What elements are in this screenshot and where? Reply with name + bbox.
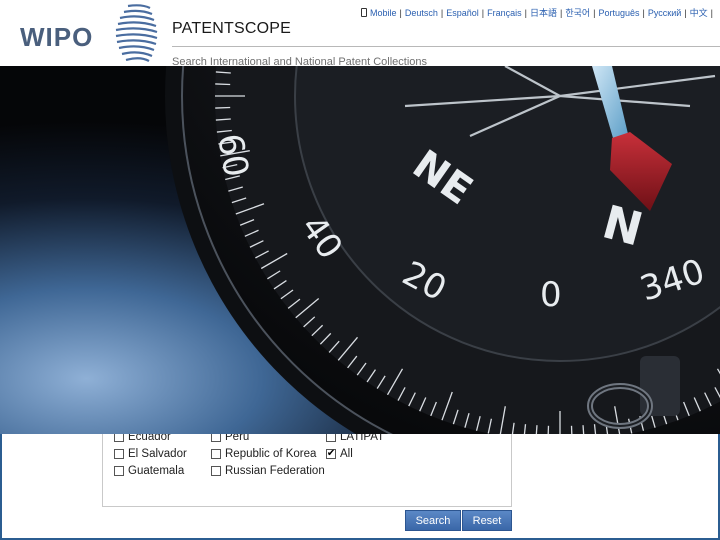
lang-chinese[interactable]: 中文 [690,6,708,19]
logo-text: WIPO [20,22,94,52]
reset-button[interactable]: Reset [462,510,512,531]
lang-separator: | [593,7,596,18]
page-header: WIPO PATENTSCOPE Search International an… [0,0,720,68]
page-title: PATENTSCOPE [172,20,291,37]
lang-separator: | [710,7,713,18]
office-option-russian-federation[interactable]: Russian Federation [211,465,325,477]
checkbox[interactable] [211,466,221,476]
lang-separator: | [399,7,402,18]
lang-espanol[interactable]: Español [446,8,479,18]
lang-francais[interactable]: Français [487,8,522,18]
compass-illustration: 60 40 20 0 340 NE N [0,66,720,434]
bezel-tick [547,425,550,434]
wipo-logo[interactable]: WIPO [20,22,93,53]
lang-separator: | [642,7,645,18]
office-option-el-salvador[interactable]: El Salvador [114,448,187,460]
bezel-tick [570,425,573,434]
lang-separator: | [481,7,485,18]
lang-deutsch[interactable]: Deutsch [405,8,438,18]
office-label: Guatemala [128,465,185,477]
checkbox-checked[interactable]: ✔ [326,449,336,459]
bezel-number-60: 60 [209,131,256,181]
search-button[interactable]: Search [405,510,461,531]
compass-photo: 60 40 20 0 340 NE N [0,66,720,434]
lang-separator: | [524,7,527,18]
lang-separator: | [440,7,444,18]
lang-japanese[interactable]: 日本語 [530,6,557,19]
bezel-number-0: 0 [540,275,562,315]
bezel-tick [215,83,231,86]
bezel-tick [215,106,231,109]
office-label: Russian Federation [225,465,325,477]
lang-mobile[interactable]: Mobile [370,8,397,18]
mobile-icon [361,8,367,17]
office-label: El Salvador [128,448,187,460]
language-bar: Mobile | Deutsch | Español | Français | 日本語 |… [361,6,716,19]
checkbox[interactable] [114,449,124,459]
lang-portugues[interactable]: Português [599,8,640,18]
checkbox[interactable] [211,449,221,459]
office-option-all[interactable]: ✔ All [326,448,353,460]
lang-korean[interactable]: 한국어 [565,6,590,19]
office-option-republic-of-korea[interactable]: Republic of Korea [211,448,316,460]
header-divider [172,46,720,47]
office-option-guatemala[interactable]: Guatemala [114,465,184,477]
lang-russian[interactable]: Русский [648,8,681,18]
wipo-logo-mark-icon [115,4,158,62]
office-label: All [340,448,353,460]
office-label: Republic of Korea [225,448,317,460]
lang-separator: | [559,7,563,18]
lang-separator: | [684,7,687,18]
checkbox[interactable] [114,466,124,476]
